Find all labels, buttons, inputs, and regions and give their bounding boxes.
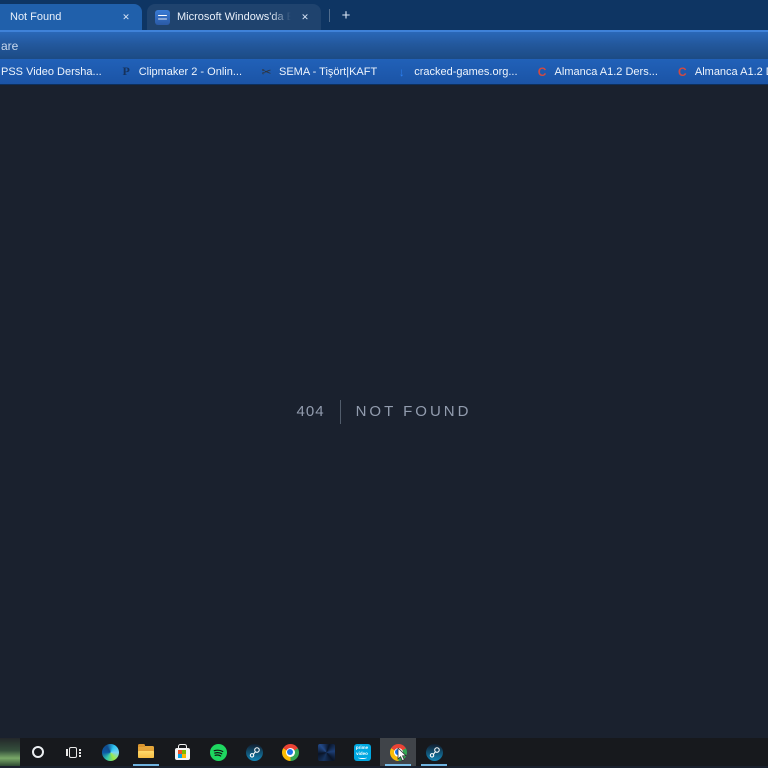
- bookmark-label: Almanca A1.2 Ders...: [554, 65, 658, 78]
- bookmark-label: SEMA - Tişört|KAFT: [279, 65, 378, 78]
- address-partial-text: are: [1, 38, 19, 53]
- page-content: 404 NOT FOUND: [0, 85, 768, 738]
- browser-window: Not Found ✕ Microsoft Windows'da Ekran G…: [0, 0, 768, 738]
- chrome-icon: [281, 743, 299, 761]
- microsoft-store-icon: [174, 744, 190, 760]
- bookmark-label: Clipmaker 2 - Onlin...: [138, 65, 242, 78]
- bookmark-label: PSS Video Dersha...: [1, 65, 102, 78]
- desktop-thumbnail-partial[interactable]: [0, 738, 20, 766]
- taskbar-dark-app-button[interactable]: [308, 738, 344, 766]
- steam-icon: [425, 743, 443, 761]
- p-letter-icon: P: [122, 64, 130, 78]
- taskbar-store-button[interactable]: [164, 738, 200, 766]
- taskbar-edge-button[interactable]: [92, 738, 128, 766]
- bookmarks-bar: PSS Video Dersha... P Clipmaker 2 - Onli…: [0, 59, 768, 85]
- close-icon[interactable]: ✕: [118, 9, 134, 25]
- bookmark-label: Almanca A1.2 Ders...: [694, 65, 768, 78]
- spotify-icon: [209, 743, 227, 761]
- taskbar-steam-button[interactable]: [236, 738, 272, 766]
- bookmark-pss-video[interactable]: PSS Video Dersha...: [1, 66, 102, 78]
- taskbar-steam-running-button[interactable]: [416, 738, 452, 766]
- mouse-cursor-icon: [397, 748, 407, 762]
- edge-icon: [101, 743, 119, 761]
- browser-toolbar: are: [0, 30, 768, 59]
- bookmark-sema-kaft[interactable]: ✂ SEMA - Tişört|KAFT: [259, 64, 377, 79]
- tab-title: Not Found: [10, 11, 62, 23]
- close-icon[interactable]: ✕: [297, 9, 313, 25]
- new-tab-button[interactable]: +: [336, 5, 356, 25]
- taskbar-file-explorer-button[interactable]: [128, 738, 164, 766]
- dark-app-icon: [317, 743, 335, 761]
- tab-strip: Not Found ✕ Microsoft Windows'da Ekran G…: [0, 0, 768, 30]
- windows-taskbar: prime video: [0, 738, 768, 766]
- taskbar-prime-video-button[interactable]: prime video: [344, 738, 380, 766]
- error-404-block: 404 NOT FOUND: [296, 399, 472, 424]
- error-divider: [339, 399, 341, 424]
- file-explorer-icon: [138, 743, 154, 758]
- scissors-icon: ✂: [261, 64, 272, 79]
- red-c-icon: C: [678, 64, 687, 79]
- red-c-icon: C: [537, 64, 547, 79]
- task-view-icon: [66, 746, 82, 759]
- taskbar-chrome-button[interactable]: [272, 738, 308, 766]
- error-message: NOT FOUND: [355, 403, 472, 420]
- prime-video-icon: prime video: [353, 743, 371, 761]
- running-indicator: [421, 764, 447, 766]
- bookmark-label: cracked-games.org...: [414, 65, 518, 78]
- bookmark-almanca-1[interactable]: C Almanca A1.2 Ders...: [535, 64, 658, 79]
- steam-icon: [245, 743, 263, 761]
- taskbar-search-button[interactable]: [20, 738, 56, 766]
- running-indicator: [385, 764, 411, 766]
- tab-microsoft-windows[interactable]: Microsoft Windows'da Ekran Gö ✕: [147, 4, 321, 30]
- download-arrow-icon: ↓: [398, 64, 405, 79]
- tab-title: Microsoft Windows'da Ekran Gö: [177, 11, 291, 23]
- error-code: 404: [296, 403, 325, 420]
- tab-not-found[interactable]: Not Found ✕: [0, 4, 142, 30]
- taskbar-chrome-active-button[interactable]: [380, 738, 416, 766]
- bookmark-clipmaker[interactable]: P Clipmaker 2 - Onlin...: [119, 64, 242, 79]
- microsoft-support-favicon-icon: [155, 9, 170, 25]
- search-icon: [32, 746, 44, 758]
- bookmark-almanca-2[interactable]: C Almanca A1.2 Ders...: [675, 64, 768, 79]
- taskbar-spotify-button[interactable]: [200, 738, 236, 766]
- tab-separator: [329, 9, 330, 22]
- running-indicator: [133, 764, 159, 766]
- taskbar-task-view-button[interactable]: [56, 738, 92, 766]
- bookmark-cracked-games[interactable]: ↓ cracked-games.org...: [394, 64, 518, 79]
